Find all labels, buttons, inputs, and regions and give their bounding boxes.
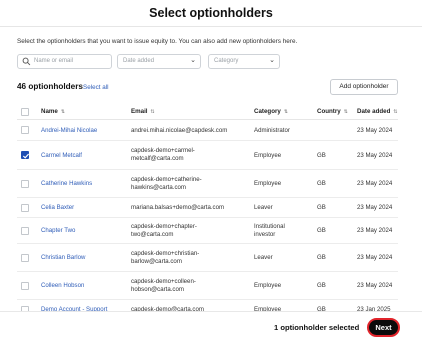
category-placeholder: Category xyxy=(214,58,239,64)
row-checkbox[interactable] xyxy=(21,126,29,134)
table-row[interactable]: Carmel Metcalf capdesk-demo+carmel-metca… xyxy=(17,141,398,170)
column-header-country[interactable]: Country ⇅ xyxy=(317,103,348,121)
row-country: GB xyxy=(317,204,326,211)
table-row[interactable]: Celia Baxter mariana.balsas+demo@carta.c… xyxy=(17,198,398,218)
row-name[interactable]: Carmel Metcalf xyxy=(41,152,82,160)
dialog-footer: 1 optionholder selected Next xyxy=(0,311,422,341)
sort-icon: ⇅ xyxy=(60,109,66,115)
column-header-date-added[interactable]: Date added ⇅ xyxy=(357,103,398,121)
sort-icon: ⇅ xyxy=(343,109,348,115)
row-email: capdesk-demo+catherine-hawkins@carta.com xyxy=(131,176,202,191)
chevron-down-icon: ⌄ xyxy=(190,57,196,64)
search-input[interactable]: Name or email xyxy=(17,54,112,69)
row-email: capdesk-demo+christian-barlow@carta.com xyxy=(131,250,200,265)
optionholder-count: 46 optionholders xyxy=(17,82,83,91)
category-select[interactable]: Category ⌄ xyxy=(208,54,280,69)
row-date-added: 23 May 2024 xyxy=(357,152,393,159)
row-email: mariana.balsas+demo@carta.com xyxy=(131,204,225,211)
row-email: andrei.mihai.nicolae@capdesk.com xyxy=(131,127,228,134)
date-added-select[interactable]: Date added ⌄ xyxy=(117,54,201,69)
row-category: Employee xyxy=(254,282,282,289)
row-email: capdesk-demo+chapter-two@carta.com xyxy=(131,223,197,238)
row-country: GB xyxy=(317,152,326,159)
title-divider xyxy=(0,26,422,27)
row-date-added: 23 May 2024 xyxy=(357,204,393,211)
add-optionholder-button[interactable]: Add optionholder xyxy=(330,79,398,95)
row-country: GB xyxy=(317,282,326,289)
intro-text: Select the optionholders that you want t… xyxy=(17,38,298,45)
row-email: capdesk-demo+carmel-metcalf@carta.com xyxy=(131,147,195,162)
row-checkbox[interactable] xyxy=(21,204,29,212)
row-checkbox[interactable] xyxy=(21,254,29,262)
select-all-link[interactable]: Select all xyxy=(83,83,109,92)
row-category: Leaver xyxy=(254,254,273,261)
sort-icon: ⇅ xyxy=(150,109,155,115)
search-icon xyxy=(22,57,31,66)
row-checkbox[interactable] xyxy=(21,151,30,159)
date-added-placeholder: Date added xyxy=(123,58,155,64)
row-date-added: 23 May 2024 xyxy=(357,180,393,187)
table-row[interactable]: Chapter Two capdesk-demo+chapter-two@car… xyxy=(17,218,398,244)
row-category: Employee xyxy=(254,180,282,187)
row-name[interactable]: Christian Barlow xyxy=(41,254,85,262)
row-name[interactable]: Andrei-Mihai Nicolae xyxy=(41,127,97,135)
chevron-down-icon: ⌄ xyxy=(269,57,275,64)
table-row[interactable]: Catherine Hawkins capdesk-demo+catherine… xyxy=(17,170,398,198)
row-date-added: 23 May 2024 xyxy=(357,227,393,234)
column-header-category[interactable]: Category ⇅ xyxy=(254,103,288,121)
row-name[interactable]: Catherine Hawkins xyxy=(41,180,92,188)
row-name[interactable]: Colleen Hobson xyxy=(41,282,84,290)
header-checkbox[interactable] xyxy=(21,108,29,116)
row-country: GB xyxy=(317,180,326,187)
table-row[interactable]: Christian Barlow capdesk-demo+christian-… xyxy=(17,244,398,272)
row-name[interactable]: Chapter Two xyxy=(41,227,75,235)
table-row[interactable]: Andrei-Mihai Nicolae andrei.mihai.nicola… xyxy=(17,120,398,141)
row-category: Institutional investor xyxy=(254,223,285,238)
row-date-added: 23 May 2024 xyxy=(357,254,393,261)
row-country: GB xyxy=(317,254,326,261)
next-button[interactable]: Next xyxy=(367,318,400,337)
sort-icon: ⇅ xyxy=(283,109,289,115)
row-category: Leaver xyxy=(254,204,273,211)
row-date-added: 23 May 2024 xyxy=(357,282,393,289)
row-category: Administrator xyxy=(254,127,290,134)
sort-icon: ⇅ xyxy=(393,109,398,115)
row-category: Employee xyxy=(254,152,282,159)
selection-status: 1 optionholder selected xyxy=(274,323,360,332)
checkmark-icon xyxy=(22,153,30,159)
row-email: capdesk-demo+colleen-hobson@carta.com xyxy=(131,278,196,293)
row-checkbox[interactable] xyxy=(21,282,29,290)
row-country: GB xyxy=(317,227,326,234)
table-row[interactable]: Colleen Hobson capdesk-demo+colleen-hobs… xyxy=(17,272,398,300)
table-header: Name ⇅ Email ⇅ Category ⇅ Country ⇅ Date add… xyxy=(17,103,398,120)
row-name[interactable]: Celia Baxter xyxy=(41,204,74,212)
column-header-email[interactable]: Email ⇅ xyxy=(131,103,155,121)
row-checkbox[interactable] xyxy=(21,227,29,235)
dialog-title: Select optionholders xyxy=(149,6,273,20)
row-date-added: 23 May 2024 xyxy=(357,127,393,134)
search-placeholder: Name or email xyxy=(34,58,74,64)
row-checkbox[interactable] xyxy=(21,180,29,188)
column-header-name[interactable]: Name ⇅ xyxy=(41,103,65,121)
